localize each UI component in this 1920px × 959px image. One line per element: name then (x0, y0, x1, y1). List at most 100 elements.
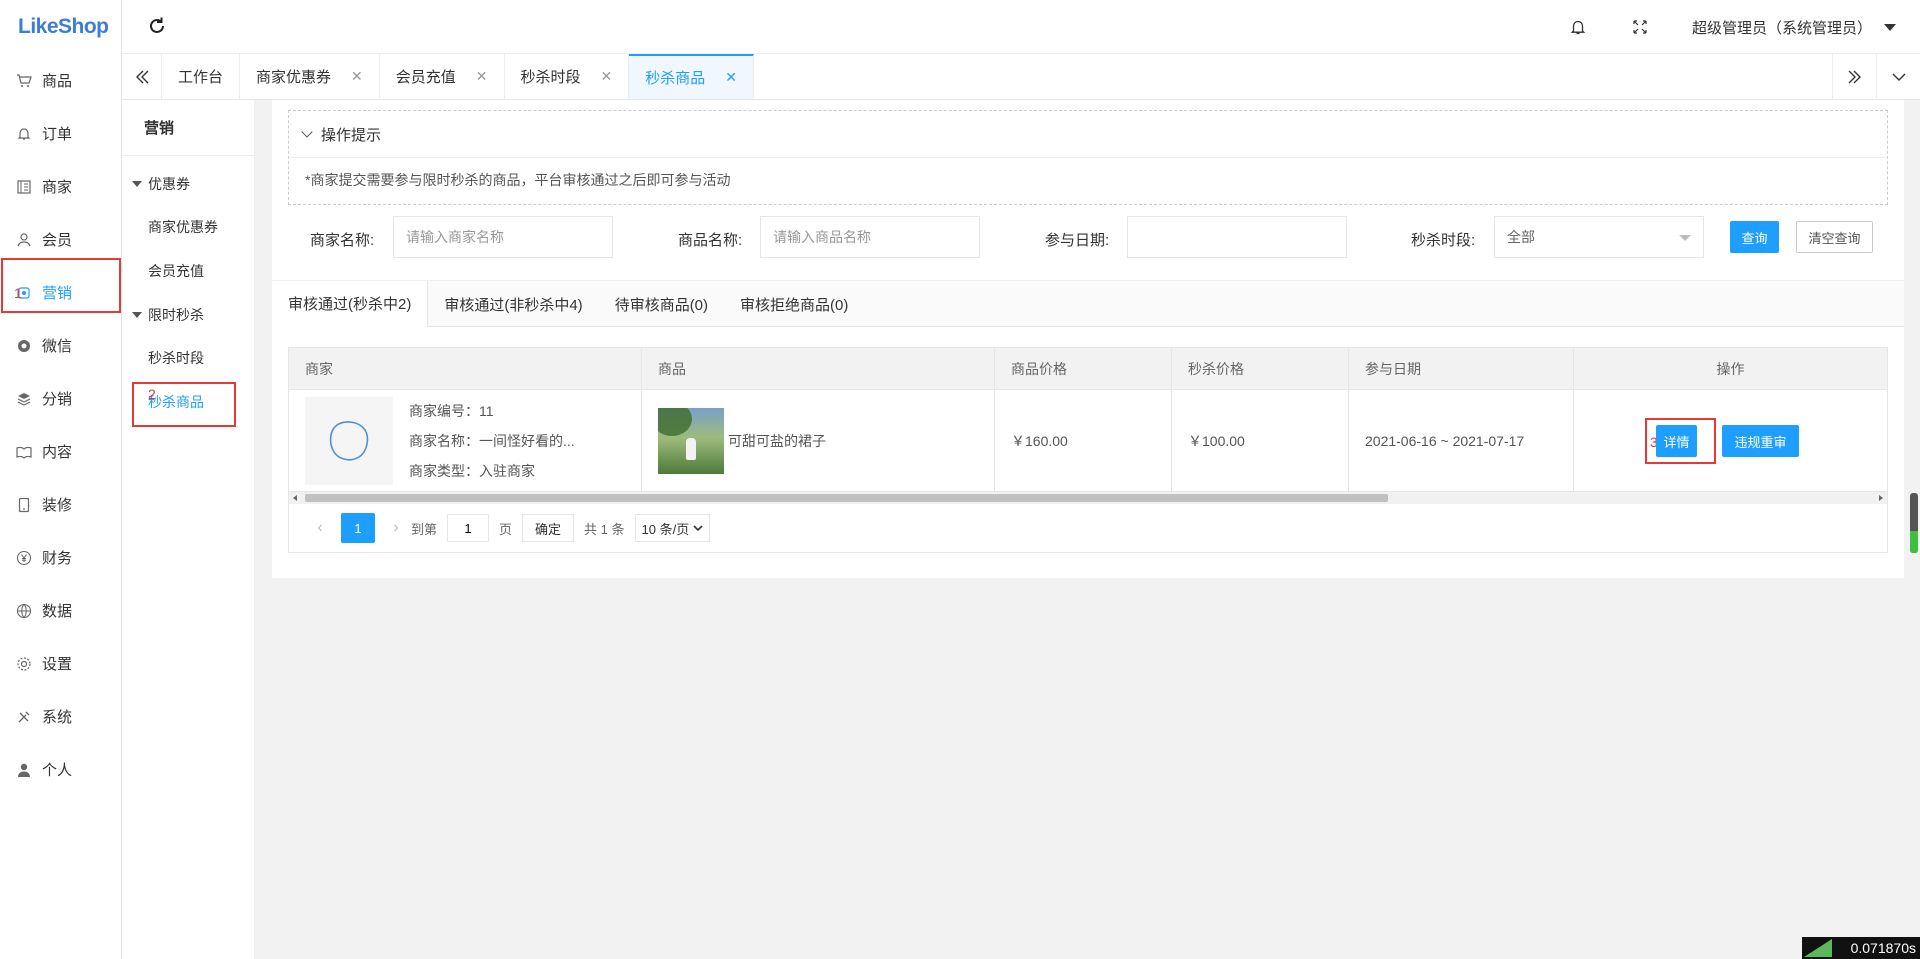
merchant-no: 商家编号：11 (409, 403, 494, 419)
sidebar-item-data[interactable]: 数据 (0, 584, 121, 637)
sidebar-item-marketing[interactable]: 1 营销 (0, 266, 121, 319)
tips-title: 操作提示 (321, 126, 382, 144)
store-icon (16, 179, 32, 195)
page-1[interactable]: 1 (341, 513, 375, 543)
sidebar-item-label: 设置 (42, 656, 73, 673)
chevron-down-icon (693, 525, 703, 532)
sub-group-label: 限时秒杀 (148, 306, 204, 323)
sidebar-item-label: 财务 (42, 550, 73, 567)
tab-rejected[interactable]: 审核拒绝商品(0) (724, 281, 864, 327)
filter-bar: 商家名称: 商品名称: 参与日期: 秒杀时段: 全部 查询 清空查询 (272, 216, 1904, 260)
step-marker: 1 (14, 284, 22, 301)
sub-group-coupon[interactable]: 优惠券 (122, 162, 254, 205)
page-scrollbar[interactable] (1910, 493, 1918, 553)
sidebar-item-label: 商品 (42, 73, 73, 90)
sidebar-item-settings[interactable]: 设置 (0, 637, 121, 690)
sidebar-item-content[interactable]: 内容 (0, 425, 121, 478)
book-icon (16, 444, 32, 460)
tab-bar: 工作台 商家优惠券 ✕ 会员充值 ✕ 秒杀时段 ✕ 秒杀商品 ✕ (122, 54, 1920, 100)
tab-seckill-period[interactable]: 秒杀时段 ✕ (505, 54, 630, 99)
sub-item-merchant-coupon[interactable]: 商家优惠券 (122, 205, 254, 249)
chevron-down-icon[interactable] (1884, 23, 1896, 31)
goto-label: 到第 (411, 521, 438, 537)
sub-item-label: 秒杀时段 (148, 350, 204, 366)
close-icon[interactable]: ✕ (476, 68, 488, 85)
sub-group-seckill[interactable]: 限时秒杀 (122, 293, 254, 336)
sidebar-item-merchant[interactable]: 商家 (0, 160, 121, 213)
goods-name-input[interactable] (760, 216, 980, 258)
sub-item-seckill-period[interactable]: 秒杀时段 (122, 336, 254, 380)
clear-query-button[interactable]: 清空查询 (1796, 221, 1873, 253)
sidebar-item-orders[interactable]: 订单 (0, 107, 121, 160)
user-icon (16, 232, 32, 248)
page-size-value: 10 条/页 (641, 521, 690, 537)
tab-member-recharge[interactable]: 会员充值 ✕ (380, 54, 505, 99)
seckill-slot-select[interactable]: 全部 (1494, 216, 1704, 258)
sidebar-item-finance[interactable]: 财务 (0, 531, 121, 584)
page-unit-label: 页 (499, 521, 513, 537)
sidebar-item-label: 系统 (42, 709, 73, 726)
cell-price: ￥160.00 (995, 390, 1172, 492)
status-tabs: 审核通过(秒杀中2) 审核通过(非秒杀中4) 待审核商品(0) 审核拒绝商品(0… (272, 281, 1904, 327)
tab-merchant-coupon[interactable]: 商家优惠券 ✕ (240, 54, 380, 99)
cell-merchant: 商家编号：11 商家名称：一间怪好看的... 商家类型：入驻商家 (289, 390, 642, 492)
sub-item-seckill-goods[interactable]: 2 秒杀商品 (122, 380, 254, 424)
sidebar-item-wechat[interactable]: 微信 (0, 319, 121, 372)
close-icon[interactable]: ✕ (351, 68, 363, 85)
scroll-left-icon[interactable] (293, 495, 297, 501)
sub-group-label: 优惠券 (148, 175, 190, 192)
tab-seckill-goods[interactable]: 秒杀商品 ✕ (629, 54, 755, 99)
tab-pending[interactable]: 待审核商品(0) (599, 281, 724, 327)
fullscreen-icon[interactable] (1630, 17, 1650, 37)
horizontal-scrollbar[interactable] (289, 492, 1887, 504)
user-name[interactable]: 超级管理员（系统管理员） (1692, 17, 1872, 38)
sidebar-item-distribution[interactable]: 分销 (0, 372, 121, 425)
close-icon[interactable]: ✕ (601, 68, 613, 85)
goto-page-input[interactable] (447, 514, 490, 542)
seckill-slot-label: 秒杀时段: (1411, 232, 1476, 249)
close-icon[interactable]: ✕ (725, 69, 737, 86)
header-right: 超级管理员（系统管理员） (1568, 0, 1896, 54)
tools-icon (16, 709, 32, 725)
logo[interactable]: LikeShop (0, 0, 121, 54)
violation-review-button[interactable]: 违规重审 (1722, 425, 1799, 457)
prev-page-icon[interactable]: ‹ (305, 519, 335, 537)
sidebar-item-label: 商家 (42, 179, 73, 196)
cell-actions: 3 详情 违规重审 (1574, 390, 1887, 492)
yen-icon (16, 550, 32, 566)
scrollbar-thumb[interactable] (305, 494, 1388, 502)
sub-item-member-recharge[interactable]: 会员充值 (122, 249, 254, 293)
bell-icon (16, 126, 32, 142)
tab-workbench[interactable]: 工作台 (162, 54, 241, 99)
timer-value: 0.071870s (1850, 940, 1916, 956)
next-page-icon[interactable]: › (381, 519, 411, 537)
query-button[interactable]: 查询 (1730, 221, 1779, 253)
sidebar-item-goods[interactable]: 商品 (0, 54, 121, 107)
sidebar-item-profile[interactable]: 个人 (0, 743, 121, 796)
sidebar-item-label: 数据 (42, 603, 73, 620)
tab-label: 工作台 (178, 69, 224, 86)
tab-scroll-left-button[interactable] (122, 54, 162, 99)
tab-menu-button[interactable] (1876, 54, 1920, 99)
sidebar-item-decoration[interactable]: 装修 (0, 478, 121, 531)
page-size-select[interactable]: 10 条/页 (634, 514, 711, 542)
refresh-icon[interactable] (146, 15, 168, 37)
notification-bell-icon[interactable] (1568, 17, 1588, 37)
sidebar-item-system[interactable]: 系统 (0, 690, 121, 743)
sidebar-item-label: 订单 (42, 126, 73, 143)
date-input[interactable] (1127, 216, 1347, 258)
scroll-right-icon[interactable] (1879, 495, 1883, 501)
goods-table: 商家 商品 商品价格 秒杀价格 参与日期 操作 商家编号：11 商家名称：一间怪… (288, 347, 1888, 553)
chevron-down-icon (1892, 73, 1905, 81)
chevron-down-icon (301, 126, 313, 138)
detail-button[interactable]: 详情 (1656, 425, 1697, 457)
tips-header[interactable]: 操作提示 (289, 111, 1887, 158)
tab-scroll-right-button[interactable] (1832, 54, 1876, 99)
goto-confirm-button[interactable]: 确定 (522, 514, 575, 542)
merchant-name-input[interactable] (393, 216, 613, 258)
sidebar-item-label: 内容 (42, 444, 73, 461)
tab-approved-active[interactable]: 审核通过(秒杀中2) (272, 281, 429, 327)
person-icon (16, 762, 32, 778)
sidebar-item-members[interactable]: 会员 (0, 213, 121, 266)
tab-approved-inactive[interactable]: 审核通过(非秒杀中4) (428, 281, 598, 327)
